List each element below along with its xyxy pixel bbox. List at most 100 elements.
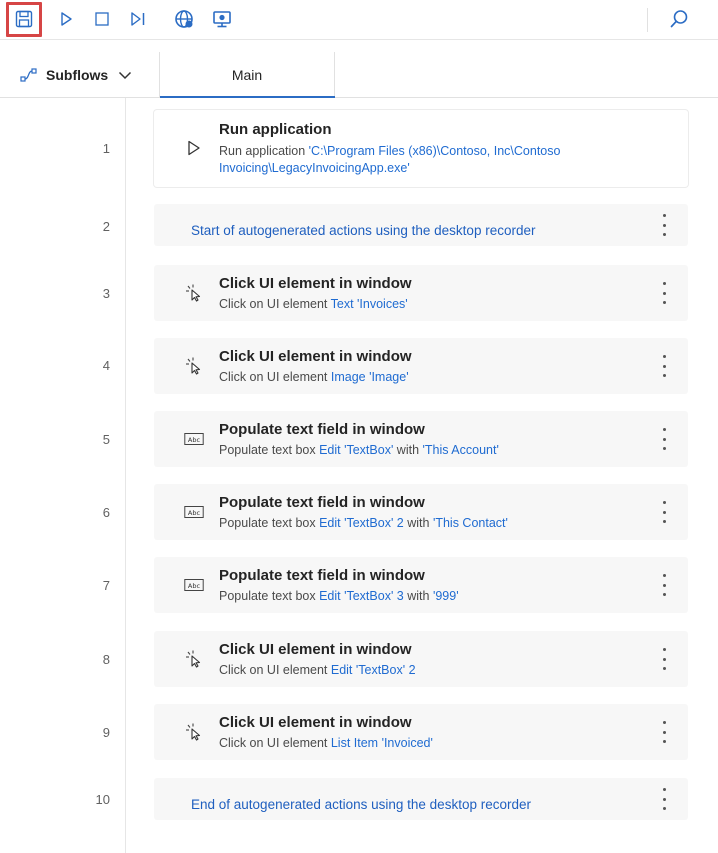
- action-description-text: with: [403, 516, 433, 530]
- line-number: 8: [102, 652, 110, 667]
- action-parameter[interactable]: '999': [433, 589, 459, 603]
- more-options-icon[interactable]: [654, 501, 674, 523]
- more-options-icon[interactable]: [654, 355, 674, 377]
- action-run-application[interactable]: Run application Run application 'C:\Prog…: [154, 110, 688, 187]
- more-options-icon[interactable]: [654, 282, 674, 304]
- subflow-tabs: Subflows Main: [0, 52, 718, 98]
- action-title: Populate text field in window: [219, 494, 425, 511]
- chevron-down-icon: [119, 71, 132, 79]
- action-description: Click on UI element Edit 'TextBox' 2: [219, 662, 659, 679]
- stop-icon: [95, 12, 109, 26]
- action-click-ui-element[interactable]: Click UI element in window Click on UI e…: [154, 265, 688, 321]
- action-parameter[interactable]: 'This Contact': [433, 516, 508, 530]
- line-number: 1: [102, 141, 110, 156]
- action-description: Populate text box Edit 'TextBox' 3 with …: [219, 588, 659, 605]
- action-description-text: Run application: [219, 144, 309, 158]
- line-number: 4: [102, 358, 110, 373]
- action-description-text: Populate text box: [219, 516, 320, 530]
- active-tab-indicator: [160, 96, 335, 98]
- svg-text:Abc: Abc: [188, 582, 201, 590]
- action-click-ui-element[interactable]: Click UI element in window Click on UI e…: [154, 631, 688, 687]
- populate-text-field-icon: Abc: [184, 429, 204, 449]
- action-parameter[interactable]: Text 'Invoices': [331, 297, 408, 311]
- action-parameter[interactable]: Edit 'TextBox': [319, 443, 393, 457]
- action-description-text: Click on UI element: [219, 297, 331, 311]
- run-next-action-button[interactable]: [124, 6, 152, 32]
- action-title: Populate text field in window: [219, 567, 425, 584]
- action-parameter[interactable]: Edit 'TextBox' 2: [331, 663, 416, 677]
- action-description-text: Click on UI element: [219, 736, 331, 750]
- comment-text: End of autogenerated actions using the d…: [191, 797, 531, 812]
- tab-main-label: Main: [231, 66, 263, 83]
- more-options-icon[interactable]: [654, 648, 674, 670]
- more-options-icon[interactable]: [654, 428, 674, 450]
- comment-start-recorder[interactable]: Start of autogenerated actions using the…: [154, 204, 688, 246]
- more-options-icon[interactable]: [654, 574, 674, 596]
- more-options-icon[interactable]: [654, 788, 674, 810]
- line-number: 6: [102, 505, 110, 520]
- action-title: Run application: [219, 121, 332, 138]
- action-parameter[interactable]: Edit 'TextBox' 2: [319, 516, 404, 530]
- run-next-action-icon: [131, 12, 145, 26]
- action-description: Click on UI element Text 'Invoices': [219, 296, 659, 313]
- run-button[interactable]: [52, 6, 80, 32]
- more-options-icon[interactable]: [654, 214, 674, 236]
- line-number: 5: [102, 432, 110, 447]
- save-icon: [15, 10, 33, 28]
- line-number: 3: [102, 286, 110, 301]
- action-title: Click UI element in window: [219, 641, 412, 658]
- tab-main[interactable]: Main: [160, 52, 335, 98]
- action-parameter[interactable]: Edit 'TextBox' 3: [319, 589, 404, 603]
- action-parameter[interactable]: 'This Account': [423, 443, 499, 457]
- action-parameter[interactable]: Image 'Image': [331, 370, 409, 384]
- desktop-recorder-icon: [213, 11, 231, 28]
- action-populate-text-field[interactable]: Abc Populate text field in window Popula…: [154, 484, 688, 540]
- action-click-ui-element[interactable]: Click UI element in window Click on UI e…: [154, 338, 688, 394]
- click-ui-element-icon: [184, 283, 204, 303]
- toolbar-separator: [647, 8, 648, 32]
- run-icon: [61, 12, 72, 26]
- action-description: Click on UI element List Item 'Invoiced': [219, 735, 659, 752]
- action-description: Click on UI element Image 'Image': [219, 369, 659, 386]
- web-recorder-button[interactable]: [170, 6, 198, 32]
- web-recorder-icon: [175, 10, 193, 28]
- action-description: Populate text box Edit 'TextBox' 2 with …: [219, 515, 659, 532]
- action-description-text: Populate text box: [219, 589, 320, 603]
- action-populate-text-field[interactable]: Abc Populate text field in window Popula…: [154, 557, 688, 613]
- action-populate-text-field[interactable]: Abc Populate text field in window Popula…: [154, 411, 688, 467]
- populate-text-field-icon: Abc: [184, 502, 204, 522]
- line-number: 9: [102, 725, 110, 740]
- action-description-text: with: [403, 589, 433, 603]
- action-title: Click UI element in window: [219, 275, 412, 292]
- click-ui-element-icon: [184, 649, 204, 669]
- action-click-ui-element[interactable]: Click UI element in window Click on UI e…: [154, 704, 688, 760]
- action-description-text: Populate text box: [219, 443, 320, 457]
- subflows-label: Subflows: [46, 66, 109, 83]
- action-description: Run application 'C:\Program Files (x86)\…: [219, 143, 659, 177]
- comment-end-recorder[interactable]: End of autogenerated actions using the d…: [154, 778, 688, 820]
- stop-button[interactable]: [88, 6, 116, 32]
- line-number: 7: [102, 578, 110, 593]
- action-description-text: with: [393, 443, 423, 457]
- action-parameter[interactable]: List Item 'Invoiced': [331, 736, 433, 750]
- click-ui-element-icon: [184, 356, 204, 376]
- desktop-recorder-button[interactable]: [208, 6, 236, 32]
- svg-text:Abc: Abc: [188, 436, 201, 444]
- search-button[interactable]: [665, 6, 693, 32]
- action-title: Click UI element in window: [219, 348, 412, 365]
- populate-text-field-icon: Abc: [184, 575, 204, 595]
- svg-text:Abc: Abc: [188, 509, 201, 517]
- run-application-icon: [184, 138, 204, 158]
- subflows-icon: [20, 67, 37, 82]
- action-description-text: Click on UI element: [219, 663, 331, 677]
- action-description: Populate text box Edit 'TextBox' with 'T…: [219, 442, 659, 459]
- action-title: Populate text field in window: [219, 421, 425, 438]
- subflows-dropdown[interactable]: Subflows: [0, 52, 160, 97]
- click-ui-element-icon: [184, 722, 204, 742]
- comment-text: Start of autogenerated actions using the…: [191, 223, 536, 238]
- line-number: 2: [102, 219, 110, 234]
- more-options-icon[interactable]: [654, 721, 674, 743]
- line-number: 10: [95, 792, 110, 807]
- action-title: Click UI element in window: [219, 714, 412, 731]
- save-button[interactable]: [10, 6, 38, 32]
